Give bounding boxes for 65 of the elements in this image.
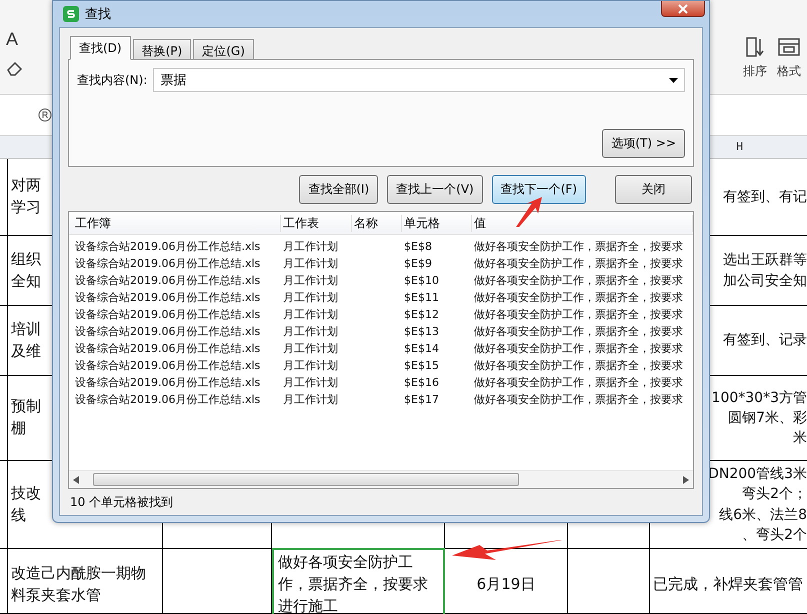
list-cell-text: $E$14 (403, 341, 440, 357)
dialog-title: 查找 (85, 6, 111, 23)
list-cell-text: 月工作计划 (282, 273, 339, 289)
format-button[interactable]: 格式 (777, 34, 801, 80)
list-cell-text: 做好各项安全防护工作，票据齐全，按要求 (473, 239, 684, 255)
scroll-left-icon[interactable] (73, 476, 79, 484)
column-header[interactable]: 工作簿 (73, 214, 281, 232)
tab[interactable]: 替换(P) (132, 39, 192, 60)
list-cell-text: 月工作计划 (282, 256, 339, 272)
options-button[interactable]: 选项(T) >> (602, 129, 685, 158)
list-cell-text: $E$12 (403, 307, 440, 323)
dialog-button[interactable]: 查找上一个(V) (387, 175, 483, 204)
list-cell-text: 做好各项安全防护工作，票据齐全，按要求 (473, 392, 684, 408)
table-cell: 做好各项安全防护工作，票据齐全，按要求进行施工 (272, 548, 445, 614)
arrow-drawing (516, 197, 542, 227)
list-cell-text: 月工作计划 (282, 239, 339, 255)
dialog-button[interactable]: 查找下一个(F) (492, 175, 586, 204)
column-header[interactable]: 单元格 (402, 214, 472, 232)
list-cell-text: 做好各项安全防护工作，票据齐全，按要求 (473, 307, 684, 323)
tab[interactable]: 定位(G) (193, 39, 254, 60)
list-cell-text: 做好各项安全防护工作，票据齐全，按要求 (473, 256, 684, 272)
find-field[interactable]: 票据 (153, 68, 685, 92)
list-cell-text: 月工作计划 (282, 375, 339, 391)
registered-icon (38, 108, 52, 122)
column-header[interactable]: 工作表 (281, 214, 352, 232)
column-header[interactable]: 名称 (352, 214, 402, 232)
list-cell-text: 做好各项安全防护工作，票据齐全，按要求 (473, 375, 684, 391)
table-cell-text: DN200管线3米 弯头2个； 线6米、法兰8 、弯头2个 (708, 464, 807, 545)
scroll-right-icon[interactable] (683, 476, 689, 484)
table-cell-text: 100*30*3方管 圆钢7米、彩 米 (712, 388, 807, 448)
close-button[interactable] (661, 1, 705, 17)
table-cell: 改造己内酰胺一期物 料泵夹套水管 (8, 549, 163, 614)
list-cell-text: 做好各项安全防护工作，票据齐全，按要求 (473, 358, 684, 374)
table-cell-text: 有签到、记录 (723, 331, 807, 350)
find-label: 查找内容(N): (77, 72, 148, 88)
app-icon (63, 6, 79, 22)
list-cell-text: $E$10 (403, 273, 440, 289)
font-size-button[interactable]: A (6, 28, 26, 50)
list-cell-text: $E$17 (403, 392, 440, 408)
sort-button[interactable]: 排序 (743, 34, 767, 80)
list-cell-text: 月工作计划 (282, 392, 339, 408)
list-cell-text: 月工作计划 (282, 358, 339, 374)
list-cell-text: $E$8 (403, 239, 433, 255)
list-cell-text: $E$15 (403, 358, 440, 374)
list-cell-text: 月工作计划 (282, 324, 339, 340)
list-cell-text: $E$9 (403, 256, 433, 272)
list-cell-text: 做好各项安全防护工作，票据齐全，按要求 (473, 341, 684, 357)
list-cell-text: 月工作计划 (282, 290, 339, 306)
table-cell-text: 选出王跃群等 加公司安全知 (723, 251, 807, 290)
list-cell-text: 做好各项安全防护工作，票据齐全，按要求 (473, 290, 684, 306)
close-icon (677, 4, 689, 14)
list-cell-text: 月工作计划 (282, 307, 339, 323)
table-cell-text: 有签到、有记 (723, 188, 807, 207)
horizontal-scrollbar[interactable] (69, 470, 693, 488)
list-cell-text: 月工作计划 (282, 341, 339, 357)
list-cell-text: 做好各项安全防护工作，票据齐全，按要求 (473, 273, 684, 289)
list-cell-text: $E$16 (403, 375, 440, 391)
table-cell-text: 已完成，补焊夹套管管 (653, 574, 803, 595)
list-cell-text: 做好各项安全防护工作，票据齐全，按要求 (473, 324, 684, 340)
dialog-button[interactable]: 查找全部(I) (299, 175, 378, 204)
list-cell-text: $E$11 (403, 290, 440, 306)
list-cell-text: $E$13 (403, 324, 440, 340)
dropdown-caret-icon[interactable] (669, 78, 678, 82)
dialog-button[interactable]: 关闭 (615, 175, 692, 204)
tab[interactable]: 查找(D) (70, 36, 131, 60)
